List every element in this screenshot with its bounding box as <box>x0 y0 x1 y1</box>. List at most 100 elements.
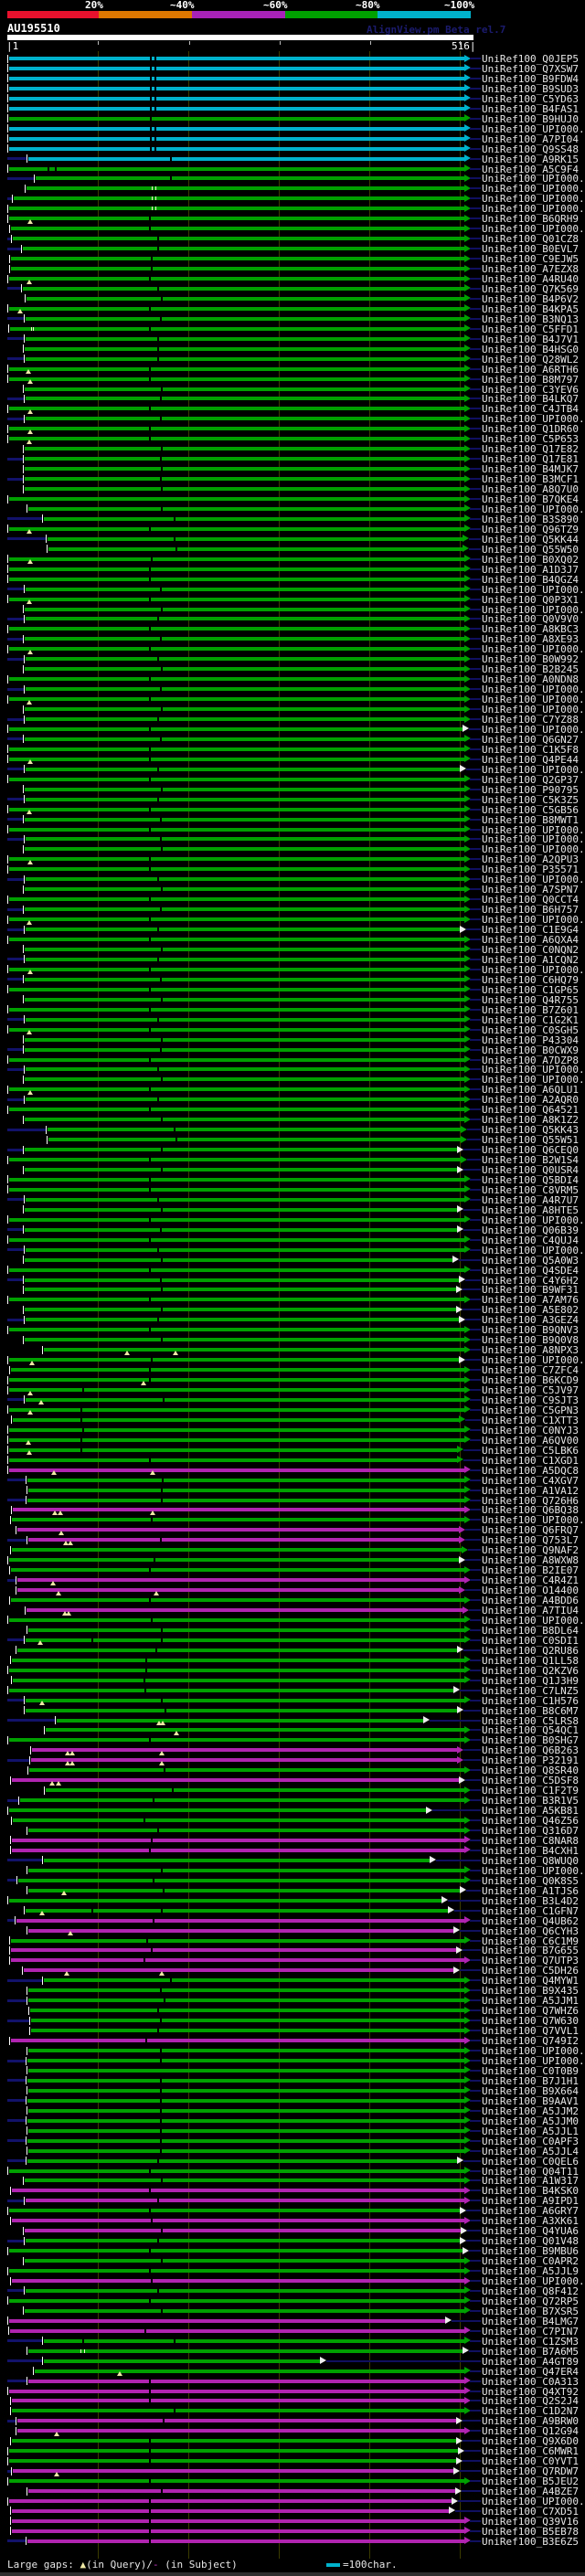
alignment-row[interactable]: UniRef100_Q6B263 <box>0 1745 585 1755</box>
alignment-row[interactable]: UniRef100_A6GRY7 <box>0 2206 585 2216</box>
alignment-row[interactable]: UniRef100_UPI000.. <box>0 764 585 775</box>
subject-label[interactable]: UniRef100_Q5A0W3 <box>482 1256 579 1266</box>
alignment-row[interactable]: UniRef100_UPI000.. <box>0 1865 585 1876</box>
alignment-row[interactable]: UniRef100_UPI000.. <box>0 123 585 134</box>
alignment-row[interactable]: UniRef100_A4BDD6 <box>0 1595 585 1606</box>
alignment-row[interactable]: UniRef100_C5DH26 <box>0 1966 585 1976</box>
alignment-row[interactable]: UniRef100_C5P653 <box>0 434 585 444</box>
alignment-row[interactable]: UniRef100_P43304 <box>0 1034 585 1045</box>
alignment-row[interactable]: UniRef100_C5LRS8 <box>0 1715 585 1726</box>
alignment-row[interactable]: UniRef100_B3S890 <box>0 514 585 525</box>
alignment-row[interactable]: UniRef100_UPI000.. <box>0 1615 585 1626</box>
alignment-row[interactable]: UniRef100_Q1DR60 <box>0 424 585 434</box>
alignment-row[interactable]: UniRef100_B4QGZ4 <box>0 574 585 585</box>
alignment-row[interactable]: UniRef100_UPI000.. <box>0 1515 585 1525</box>
alignment-row[interactable]: UniRef100_Q6GN27 <box>0 734 585 745</box>
alignment-row[interactable]: UniRef100_C5GB56 <box>0 804 585 815</box>
alignment-row[interactable]: UniRef100_C0APR2 <box>0 2256 585 2266</box>
alignment-row[interactable]: UniRef100_Q5KK44 <box>0 534 585 545</box>
alignment-row[interactable]: UniRef100_B0XQ02 <box>0 554 585 565</box>
subject-label[interactable]: UniRef100_Q4UB62 <box>482 1916 579 1926</box>
alignment-row[interactable]: UniRef100_UPI000.. <box>0 684 585 694</box>
alignment-row[interactable]: UniRef100_UPI000.. <box>0 964 585 975</box>
alignment-row[interactable]: UniRef100_UPI000.. <box>0 174 585 184</box>
alignment-row[interactable]: UniRef100_C5GPN3 <box>0 1405 585 1415</box>
alignment-row[interactable]: UniRef100_Q7RDW7 <box>0 2466 585 2476</box>
alignment-row[interactable]: UniRef100_C9EJW5 <box>0 254 585 264</box>
subject-label[interactable]: UniRef100_UPI000.. <box>482 1246 585 1256</box>
alignment-row[interactable]: UniRef100_B2IE07 <box>0 1565 585 1575</box>
alignment-row[interactable]: UniRef100_B5JEU2 <box>0 2476 585 2486</box>
alignment-row[interactable]: UniRef100_A9BRW0 <box>0 2416 585 2426</box>
alignment-row[interactable]: UniRef100_B6KCD9 <box>0 1375 585 1385</box>
alignment-row[interactable]: UniRef100_B9QNV3 <box>0 1325 585 1335</box>
alignment-row[interactable]: UniRef100_A4BZE7 <box>0 2486 585 2496</box>
alignment-row[interactable]: UniRef100_B4KPA5 <box>0 303 585 314</box>
subject-label[interactable]: UniRef100_A4GT89 <box>482 2357 579 2367</box>
alignment-row[interactable]: UniRef100_Q46Z56 <box>0 1816 585 1826</box>
alignment-row[interactable]: UniRef100_Q2GP37 <box>0 774 585 785</box>
alignment-row[interactable]: UniRef100_UPI000.. <box>0 604 585 615</box>
alignment-row[interactable]: UniRef100_C0SDI1 <box>0 1635 585 1646</box>
alignment-row[interactable]: UniRef100_UPI000.. <box>0 584 585 595</box>
alignment-row[interactable]: UniRef100_C1GP65 <box>0 984 585 995</box>
alignment-row[interactable]: UniRef100_Q5A0W3 <box>0 1255 585 1266</box>
alignment-row[interactable]: UniRef100_A5DQC8 <box>0 1465 585 1476</box>
alignment-row[interactable]: UniRef100_B7QKE4 <box>0 494 585 504</box>
alignment-row[interactable]: UniRef100_A6QV00 <box>0 1435 585 1446</box>
alignment-row[interactable]: UniRef100_A2QPU3 <box>0 854 585 864</box>
alignment-row[interactable]: UniRef100_C7XD51 <box>0 2506 585 2517</box>
alignment-row[interactable]: UniRef100_A9IPD1 <box>0 2196 585 2206</box>
alignment-row[interactable]: UniRef100_C1G2K1 <box>0 1014 585 1025</box>
alignment-row[interactable]: UniRef100_A8WXW8 <box>0 1555 585 1565</box>
alignment-row[interactable]: UniRef100_C1K5F8 <box>0 744 585 755</box>
alignment-row[interactable]: UniRef100_A5C9F4 <box>0 164 585 175</box>
alignment-row[interactable]: UniRef100_A1VA12 <box>0 1485 585 1496</box>
alignment-row[interactable]: UniRef100_A5JJL9 <box>0 2266 585 2276</box>
subject-label[interactable]: UniRef100_C7LNZ5 <box>482 1686 579 1696</box>
alignment-row[interactable]: UniRef100_UPI000.. <box>0 705 585 715</box>
alignment-row[interactable]: UniRef100_C9SJT3 <box>0 1394 585 1405</box>
alignment-row[interactable]: UniRef100_C1XTT3 <box>0 1415 585 1426</box>
alignment-row[interactable]: UniRef100_B8C6M7 <box>0 1705 585 1716</box>
alignment-row[interactable]: UniRef100_Q01CZ8 <box>0 234 585 244</box>
alignment-row[interactable]: UniRef100_Q9NAF2 <box>0 1545 585 1555</box>
alignment-row[interactable]: UniRef100_A8Q7U0 <box>0 484 585 494</box>
alignment-row[interactable]: UniRef100_Q0P3X1 <box>0 594 585 605</box>
alignment-row[interactable]: UniRef100_C7PIN7 <box>0 2326 585 2337</box>
subject-label[interactable]: UniRef100_Q47ER4 <box>482 2367 579 2377</box>
alignment-row[interactable]: UniRef100_B9WF31 <box>0 1285 585 1295</box>
alignment-row[interactable]: UniRef100_P32191 <box>0 1755 585 1765</box>
alignment-row[interactable]: UniRef100_A4GT89 <box>0 2356 585 2367</box>
alignment-row[interactable]: UniRef100_Q7K569 <box>0 283 585 294</box>
subject-label[interactable]: UniRef100_C0QEL6 <box>482 2157 579 2167</box>
subject-label[interactable]: UniRef100_C1H576 <box>482 1696 579 1706</box>
alignment-row[interactable]: UniRef100_A5JJM1 <box>0 1996 585 2006</box>
alignment-row[interactable]: UniRef100_A6QLU1 <box>0 1085 585 1095</box>
alignment-row[interactable]: UniRef100_B7J1H1 <box>0 2075 585 2086</box>
alignment-row[interactable]: UniRef100_P35571 <box>0 864 585 875</box>
alignment-row[interactable]: UniRef100_Q7WHZ6 <box>0 2006 585 2016</box>
alignment-row[interactable]: UniRef100_Q749I2 <box>0 2036 585 2046</box>
alignment-row[interactable]: UniRef100_B2W1S4 <box>0 1155 585 1165</box>
alignment-row[interactable]: UniRef100_C1H576 <box>0 1695 585 1706</box>
alignment-row[interactable]: UniRef100_B7XSR5 <box>0 2306 585 2316</box>
subject-label[interactable]: UniRef100_A5JJL4 <box>482 2147 579 2157</box>
alignment-row[interactable]: UniRef100_A7TIU4 <box>0 1606 585 1616</box>
alignment-row[interactable]: UniRef100_A0NDN8 <box>0 674 585 684</box>
alignment-row[interactable]: UniRef100_B4HSG0 <box>0 344 585 355</box>
alignment-row[interactable]: UniRef100_A8HTE5 <box>0 1204 585 1215</box>
subject-label[interactable]: UniRef100_P43304 <box>482 1035 579 1045</box>
alignment-row[interactable]: UniRef100_A1W317 <box>0 2176 585 2186</box>
alignment-row[interactable]: UniRef100_B9X664 <box>0 2085 585 2096</box>
alignment-row[interactable]: UniRef100_B8MWT1 <box>0 814 585 825</box>
alignment-row[interactable]: UniRef100_Q4XT92 <box>0 2386 585 2397</box>
alignment-row[interactable]: UniRef100_A1D3J7 <box>0 564 585 575</box>
alignment-row[interactable]: UniRef100_UPI000.. <box>0 414 585 424</box>
alignment-row[interactable]: UniRef100_A8K1Z2 <box>0 1115 585 1125</box>
alignment-row[interactable]: UniRef100_UPI000.. <box>0 2496 585 2507</box>
alignment-row[interactable]: UniRef100_UPI000.. <box>0 644 585 654</box>
alignment-row[interactable]: UniRef100_Q6CYH3 <box>0 1925 585 1936</box>
alignment-row[interactable]: UniRef100_UPI000.. <box>0 824 585 835</box>
alignment-row[interactable]: UniRef100_A5JJL1 <box>0 2125 585 2136</box>
